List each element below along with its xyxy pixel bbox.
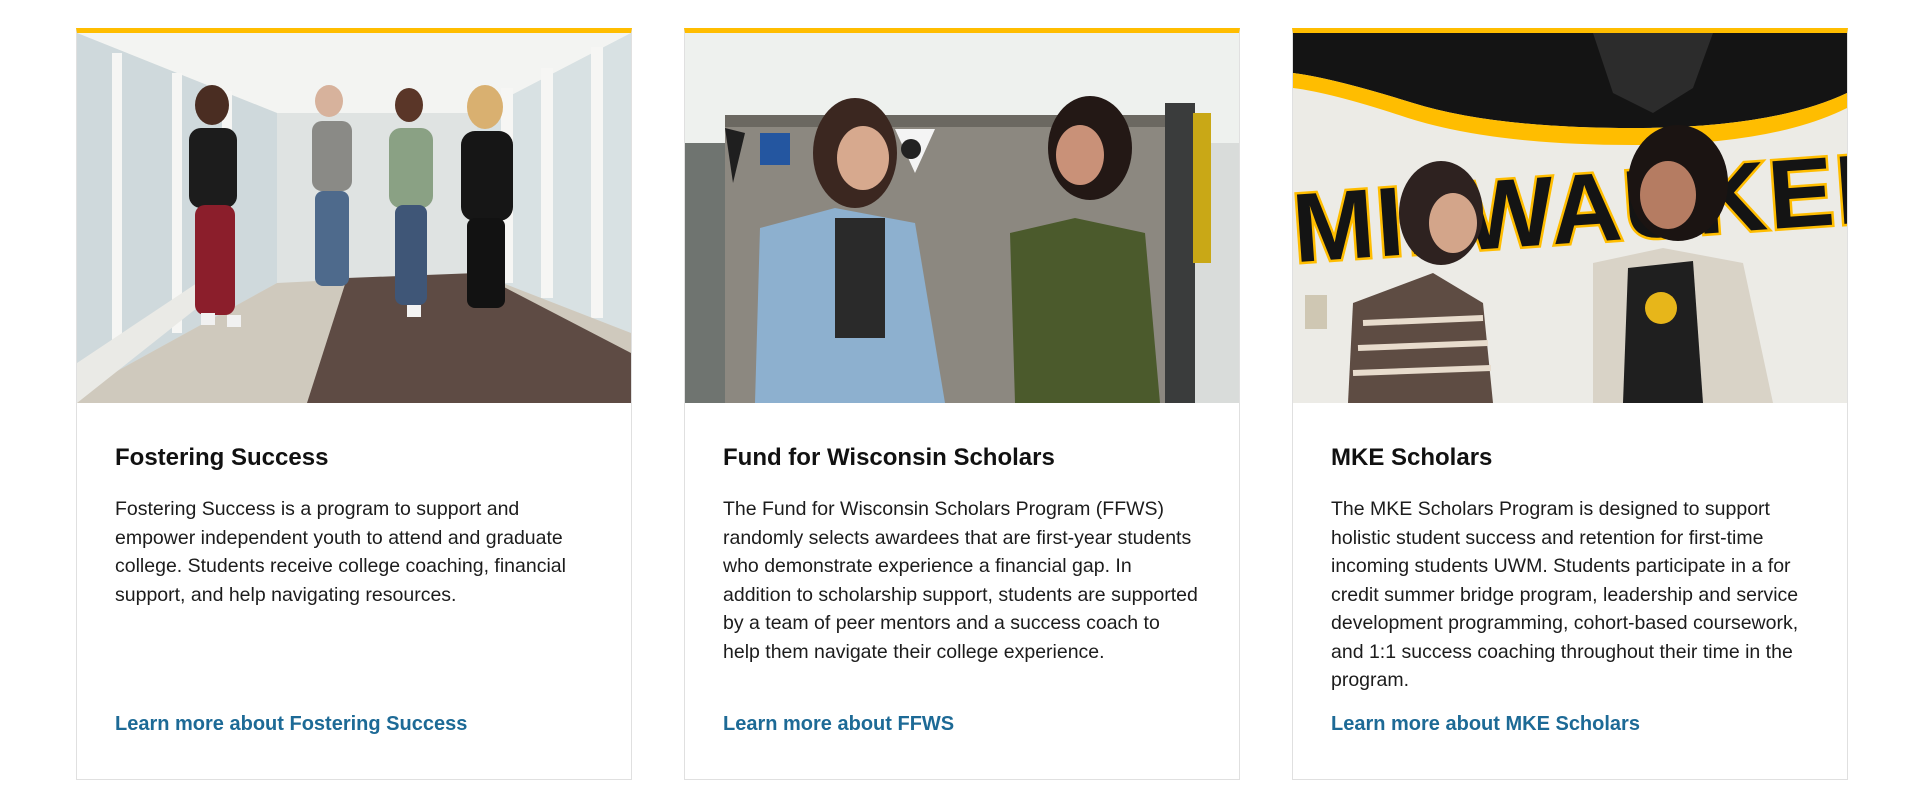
card-description: The MKE Scholars Program is designed to … <box>1331 498 1799 691</box>
fostering-success-photo <box>77 33 631 403</box>
mke-scholars-photo: MILWAUKEE <box>1293 33 1847 403</box>
card-title: Fund for Wisconsin Scholars <box>723 444 1055 471</box>
program-card-ffws: Fund for Wisconsin Scholars The Fund for… <box>684 28 1240 780</box>
card-description: Fostering Success is a program to suppor… <box>115 498 566 606</box>
card-description: The Fund for Wisconsin Scholars Program … <box>723 498 1198 663</box>
learn-more-ffws-link[interactable]: Learn more about FFWS <box>723 713 954 736</box>
ffws-photo <box>685 33 1239 403</box>
program-card-mke-scholars: MILWAUKEE MKE Scholars The MKE Scholars … <box>1292 28 1848 780</box>
program-cards: Fostering Success Fostering Success is a… <box>76 28 1848 780</box>
card-title: MKE Scholars <box>1331 444 1493 471</box>
learn-more-mke-scholars-link[interactable]: Learn more about MKE Scholars <box>1331 713 1640 736</box>
program-card-fostering-success: Fostering Success Fostering Success is a… <box>76 28 632 780</box>
learn-more-fostering-success-link[interactable]: Learn more about Fostering Success <box>115 713 467 736</box>
card-title: Fostering Success <box>115 444 329 471</box>
